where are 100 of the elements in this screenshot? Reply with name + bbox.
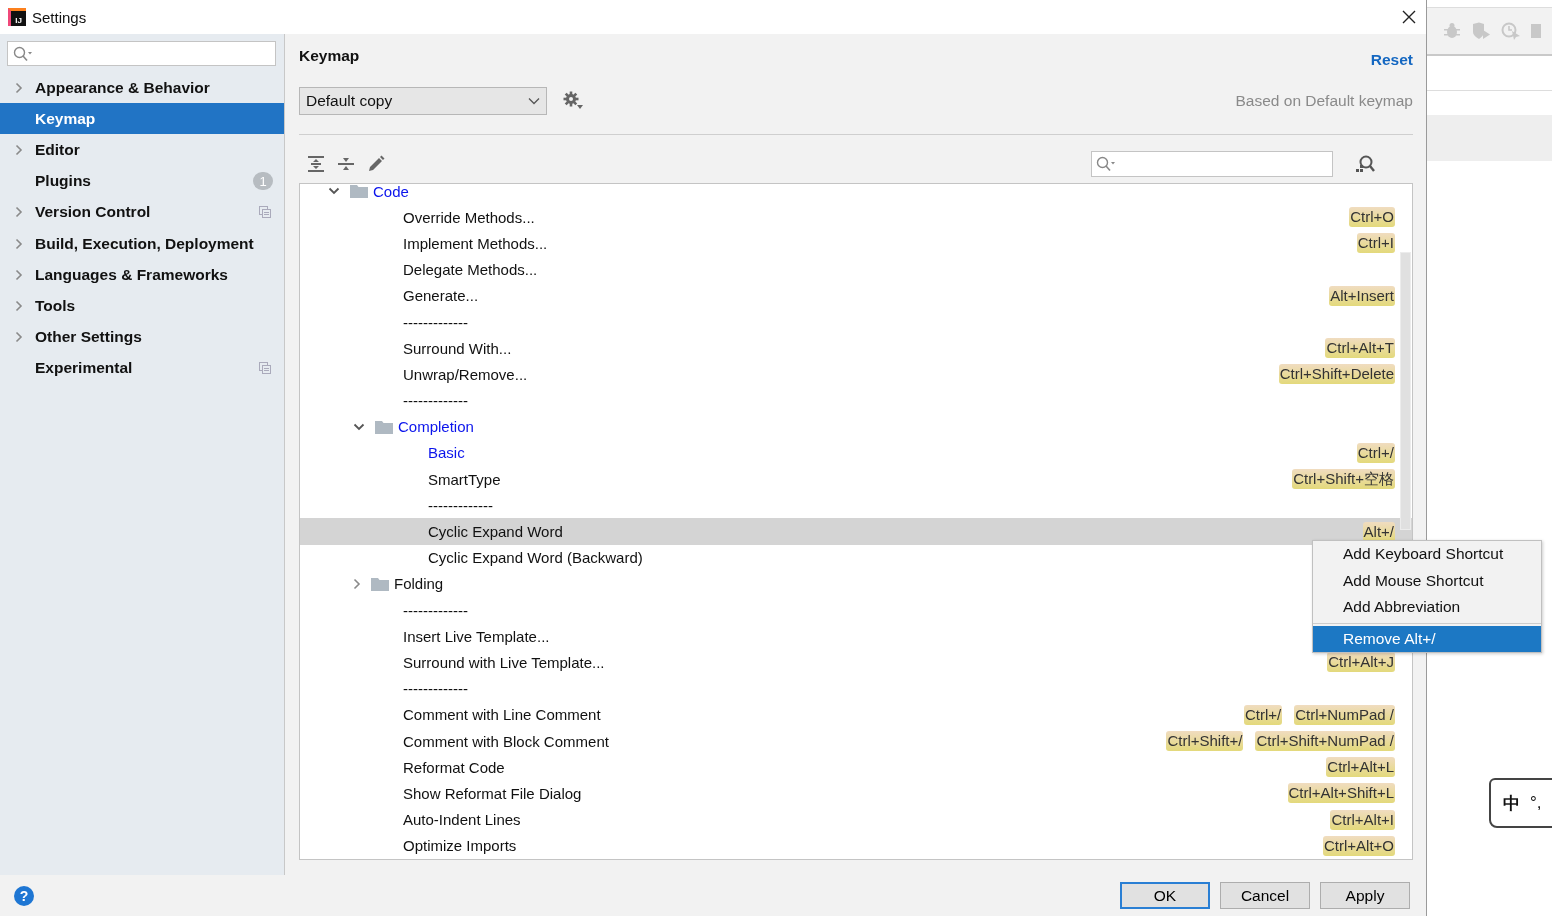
dialog-button[interactable]: OK [1120,882,1210,909]
shortcut-tag: Ctrl+Alt+L [1326,757,1395,778]
sidebar-item[interactable]: Plugins 1 [0,165,284,197]
sidebar-item[interactable]: Version Control [0,196,284,228]
help-button[interactable]: ? [14,885,34,906]
action-name: Auto-Indent Lines [403,811,521,829]
chevron-right-icon[interactable] [15,331,23,344]
shortcut-tag: Ctrl+Alt+Shift+L [1287,783,1395,804]
shortcut-search-field[interactable] [1091,151,1333,177]
expand-all-icon[interactable] [307,155,325,173]
folder-icon [371,576,389,591]
clock-cursor-icon[interactable] [1501,22,1521,40]
separator-line: ------------- [403,313,468,331]
action-name: Comment with Line Comment [403,706,601,724]
page-heading: Keymap [299,47,360,65]
sidebar-item[interactable]: Experimental [0,352,284,384]
search-icon[interactable] [1096,156,1116,172]
shortcut-tag: Ctrl+Alt+T [1325,338,1395,359]
find-shortcut-icon[interactable] [1355,154,1375,174]
menu-item[interactable]: Add Keyboard Shortcut [1313,541,1541,568]
shield-play-icon[interactable] [1471,22,1491,40]
sidebar-item[interactable]: Build, Execution, Deployment [0,227,284,260]
sidebar-item[interactable]: Languages & Frameworks [0,259,284,291]
shortcut-tag: Ctrl+/ [1243,704,1283,725]
shortcut-tag: Ctrl+Shift+Delete [1278,364,1395,385]
action-name: SmartType [428,470,501,488]
action-name: Cyclic Expand Word (Backward) [428,549,643,567]
dialog-button[interactable]: Apply [1320,882,1410,909]
action-name: Reformat Code [403,758,505,776]
sidebar-item[interactable]: Keymap [0,103,284,135]
based-on-label: Based on Default keymap [1235,92,1413,110]
shortcut-tag: Ctrl+NumPad / [1294,704,1395,725]
tree-group[interactable]: Folding [394,575,444,593]
menu-item[interactable]: Add Abbreviation [1313,594,1541,621]
sidebar-item[interactable]: Other Settings [0,321,284,353]
chevron-down-icon[interactable] [328,187,340,196]
caret-icon [528,97,540,105]
shortcut-tag: Alt+Insert [1329,285,1395,306]
keymap-dropdown[interactable]: Default copy [299,87,547,115]
search-field[interactable] [7,41,276,66]
chevron-right-icon[interactable] [15,81,23,94]
gear-icon[interactable] [563,91,583,111]
folder-icon [350,184,368,199]
ime-punctuation: °, [1530,793,1542,813]
action-name: Optimize Imports [403,837,517,855]
close-icon[interactable] [1402,10,1416,24]
action-name: Unwrap/Remove... [403,365,528,383]
count-badge: 1 [253,172,273,191]
separator-line: ------------- [403,680,468,698]
scrollbar[interactable] [1400,252,1411,530]
dialog-button[interactable]: Cancel [1220,882,1310,909]
shortcut-tag: Ctrl+Shift+NumPad / [1255,731,1395,752]
app-logo: IJ [8,8,26,26]
window-title: Settings [32,8,88,26]
separator-line: ------------- [403,601,468,619]
tree-group[interactable]: Code [373,184,409,200]
shortcut-tag: Ctrl+Alt+I [1330,809,1395,830]
search-icon[interactable] [13,45,33,62]
chevron-right-icon[interactable] [15,268,23,281]
separator-line: ------------- [403,392,468,410]
bug-icon[interactable] [1443,22,1461,40]
sidebar-item[interactable]: Tools [0,290,284,322]
chevron-right-icon[interactable] [353,577,361,590]
shortcut-tag: Ctrl+Alt+O [1322,835,1395,856]
action-name: Cyclic Expand Word [428,523,563,541]
chevron-right-icon[interactable] [15,143,23,156]
collapse-all-icon[interactable] [337,155,355,173]
chevron-down-icon[interactable] [353,422,365,431]
chevron-right-icon[interactable] [15,299,23,312]
action-name: Delegate Methods... [403,261,538,279]
stop-icon[interactable] [1531,23,1541,39]
action-name: Surround with Live Template... [403,653,605,671]
menu-item[interactable]: Add Mouse Shortcut [1313,567,1541,594]
shortcut-tag: Ctrl+Shift+/ [1166,731,1244,752]
shortcut-tag: Ctrl+I [1356,233,1395,254]
sidebar-item[interactable]: Editor [0,134,284,166]
shortcut-tag: Ctrl+Shift+空格 [1292,469,1395,490]
ime-widget[interactable]: 中 °, [1489,778,1552,828]
chevron-right-icon[interactable] [15,206,23,219]
chevron-right-icon[interactable] [15,237,23,250]
sidebar-item[interactable]: Appearance & Behavior [0,72,284,104]
reset-link[interactable]: Reset [1370,51,1413,69]
ime-mode: 中 [1503,792,1520,815]
action-name: Surround With... [403,339,512,357]
shortcut-tag: Ctrl+/ [1356,442,1395,463]
separator-line: ------------- [428,496,493,514]
folder-icon [375,419,393,434]
tree-group[interactable]: Completion [398,418,474,436]
action-name: Show Reformat File Dialog [403,784,582,802]
shortcut-tag: Ctrl+Alt+J [1327,652,1395,673]
action-name: Override Methods... [403,208,535,226]
shortcut-tag: Ctrl+O [1349,207,1395,228]
action-name: Generate... [403,287,479,305]
shortcut-tag: Alt+/ [1362,521,1395,542]
menu-item[interactable]: Remove Alt+/ [1313,625,1541,652]
action-name: Insert Live Template... [403,627,550,645]
pencil-icon[interactable] [367,155,385,173]
action-name: Comment with Block Comment [403,732,609,750]
action-name: Implement Methods... [403,234,548,252]
action-name: Basic [428,444,465,462]
